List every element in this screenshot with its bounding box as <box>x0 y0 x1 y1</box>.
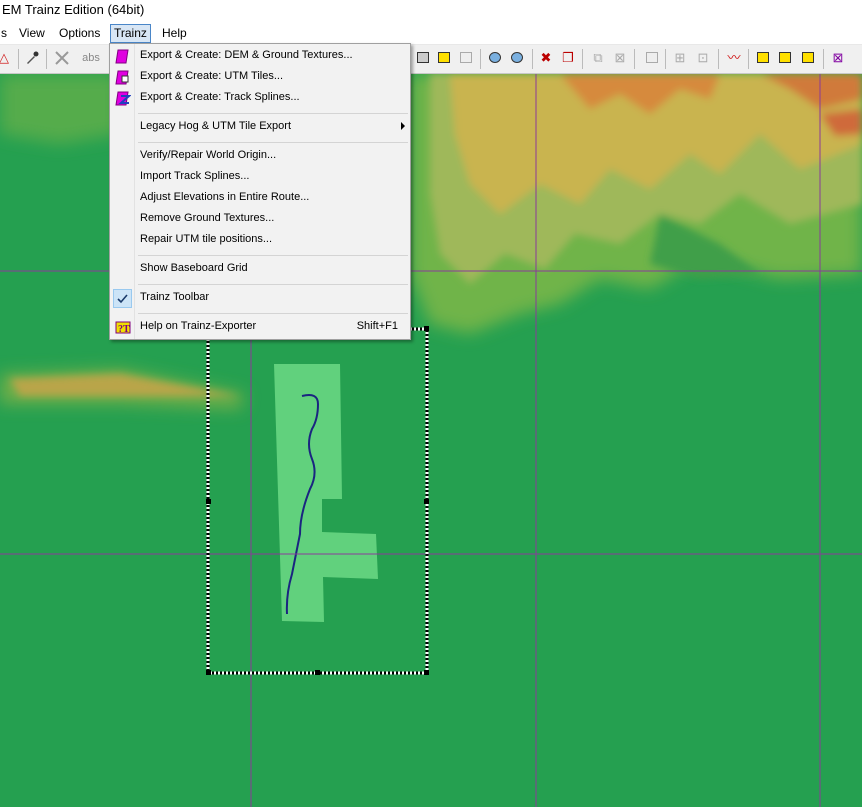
cross-tool-icon[interactable] <box>54 50 70 66</box>
menu-trainz[interactable]: Trainz <box>110 24 151 43</box>
menu-item-adjust-elevations[interactable]: Adjust Elevations in Entire Route... <box>110 188 410 209</box>
crop-delete-icon[interactable]: ⊠ <box>612 50 628 66</box>
menu-item-legacy-hog-export[interactable]: Legacy Hog & UTM Tile Export <box>110 117 410 138</box>
profile-icon[interactable]: 〰 <box>726 50 742 66</box>
window-title: EM Trainz Edition (64bit) <box>2 2 145 17</box>
paste-icon[interactable] <box>415 50 431 66</box>
menu-item-export-track-splines[interactable]: Export & Create: Track Splines... <box>110 88 410 109</box>
menu-help[interactable]: Help <box>159 25 190 42</box>
svg-text:?T: ?T <box>118 324 130 335</box>
window-titlebar: EM Trainz Edition (64bit) <box>0 0 862 23</box>
menu-item-show-baseboard-grid[interactable]: Show Baseboard Grid <box>110 259 410 280</box>
menu-item-repair-utm-tiles[interactable]: Repair UTM tile positions... <box>110 230 410 251</box>
warning-icon[interactable]: △ <box>0 50 12 66</box>
grid-icon[interactable]: ⊞ <box>672 50 688 66</box>
layer-yellow-3-icon[interactable] <box>800 50 816 66</box>
globe-grid-icon[interactable] <box>509 50 525 66</box>
menu-item-remove-ground-textures[interactable]: Remove Ground Textures... <box>110 209 410 230</box>
utm-tiles-icon <box>115 70 129 85</box>
open-folder-icon[interactable] <box>436 50 452 66</box>
delete-layer-icon[interactable]: ✖ <box>538 50 554 66</box>
trainz-dropdown-menu: Export & Create: DEM & Ground Textures..… <box>109 43 411 340</box>
globe-icon[interactable] <box>487 50 503 66</box>
submenu-arrow-icon <box>401 122 405 130</box>
contour-icon[interactable]: ⊡ <box>695 50 711 66</box>
delete-layers-icon[interactable]: ❐ <box>560 50 576 66</box>
help-trainz-icon: ?T <box>115 321 131 335</box>
menu-item-export-dem-textures[interactable]: Export & Create: DEM & Ground Textures..… <box>110 46 410 67</box>
menu-options[interactable]: Options <box>56 25 103 42</box>
menu-view[interactable]: View <box>16 25 48 42</box>
menu-file[interactable]: s <box>0 25 10 42</box>
layer-yellow-icon[interactable] <box>755 50 771 66</box>
track-splines-icon <box>115 91 131 106</box>
eyedropper-icon[interactable] <box>24 50 40 66</box>
export-icon[interactable]: ⊠ <box>830 50 846 66</box>
menu-item-trainz-toolbar[interactable]: Trainz Toolbar <box>110 288 410 309</box>
menubar: s View Options Trainz Help <box>0 23 862 45</box>
crop-icon[interactable]: ⧉ <box>590 50 606 66</box>
layer-yellow-2-icon[interactable] <box>777 50 793 66</box>
dem-export-icon <box>115 49 129 64</box>
menu-item-help-trainz-exporter[interactable]: ?T Help on Trainz-Exporter Shift+F1 <box>110 317 410 338</box>
save-icon[interactable] <box>458 50 474 66</box>
frame-icon[interactable] <box>644 50 660 66</box>
menu-item-export-utm-tiles[interactable]: Export & Create: UTM Tiles... <box>110 67 410 88</box>
help-shortcut: Shift+F1 <box>356 320 398 332</box>
menu-item-verify-world-origin[interactable]: Verify/Repair World Origin... <box>110 146 410 167</box>
checkmark-icon <box>113 289 132 308</box>
menu-item-import-track-splines[interactable]: Import Track Splines... <box>110 167 410 188</box>
abs-button[interactable]: abs <box>80 50 102 66</box>
